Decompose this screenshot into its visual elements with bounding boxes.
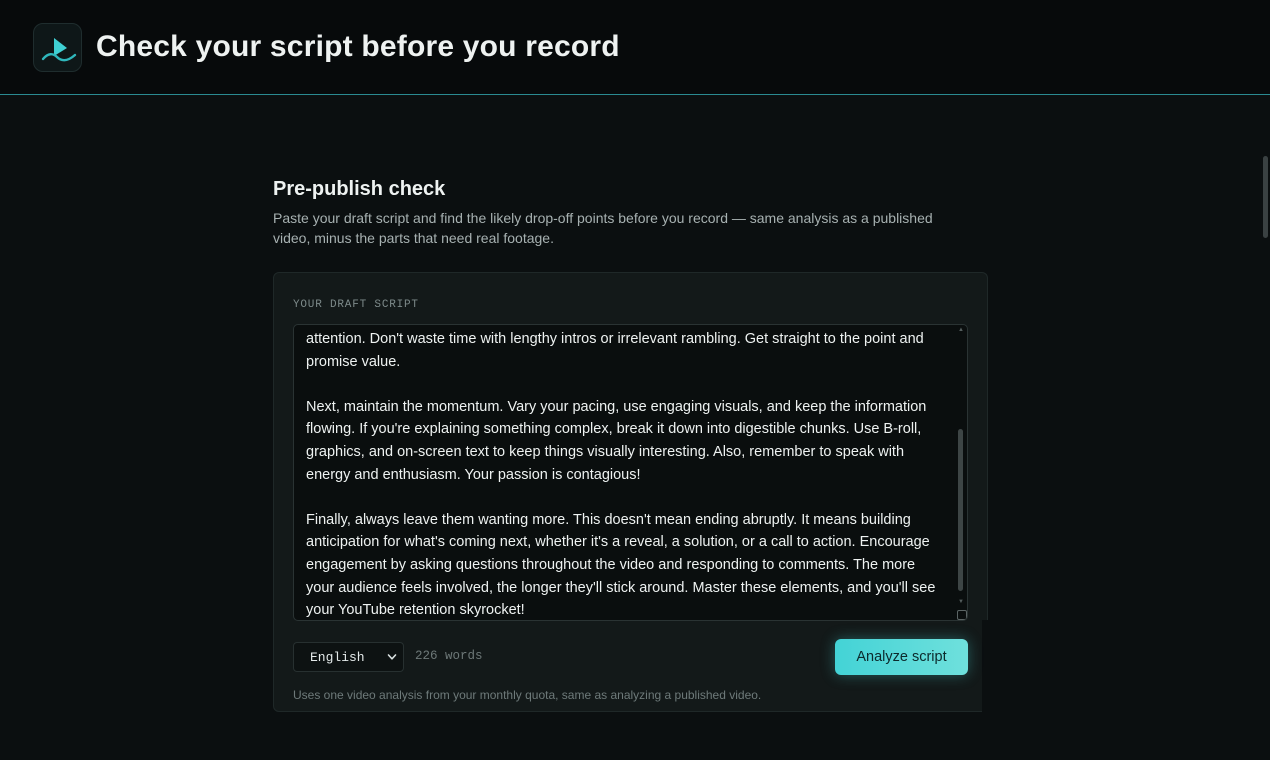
section-description: Paste your draft script and find the lik… [273,210,933,246]
section-title: Pre-publish check [273,178,446,200]
page-scrollbar-thumb[interactable] [1263,156,1268,238]
language-select-value: English [310,650,365,665]
textarea-scrollbar-thumb[interactable] [958,429,963,591]
page-scrollbar[interactable] [1262,142,1270,760]
resize-handle-icon[interactable] [957,610,967,620]
language-select[interactable]: English [293,642,404,672]
header: Check your script before you record [0,0,1270,95]
word-count: 226 words [415,649,483,663]
textarea-scrollbar[interactable]: ▲ ▼ [957,327,965,607]
quota-note: Uses one video analysis from your monthl… [293,688,762,702]
chevron-down-icon [387,654,397,660]
analyze-script-button[interactable]: Analyze script [835,639,968,675]
draft-script-textarea[interactable]: attention. Don't waste time with lengthy… [293,324,968,621]
scroll-down-icon[interactable]: ▼ [958,599,964,605]
page-title: Check your script before you record [96,30,620,63]
app-window: Check your script before you record Pre-… [0,0,1270,760]
draft-script-label: YOUR DRAFT SCRIPT [293,299,419,311]
scroll-up-icon[interactable]: ▲ [958,327,964,333]
draft-script-text[interactable]: attention. Don't waste time with lengthy… [306,328,946,620]
play-wave-icon [41,38,77,62]
app-logo[interactable] [33,23,82,72]
card-edge [982,620,992,715]
